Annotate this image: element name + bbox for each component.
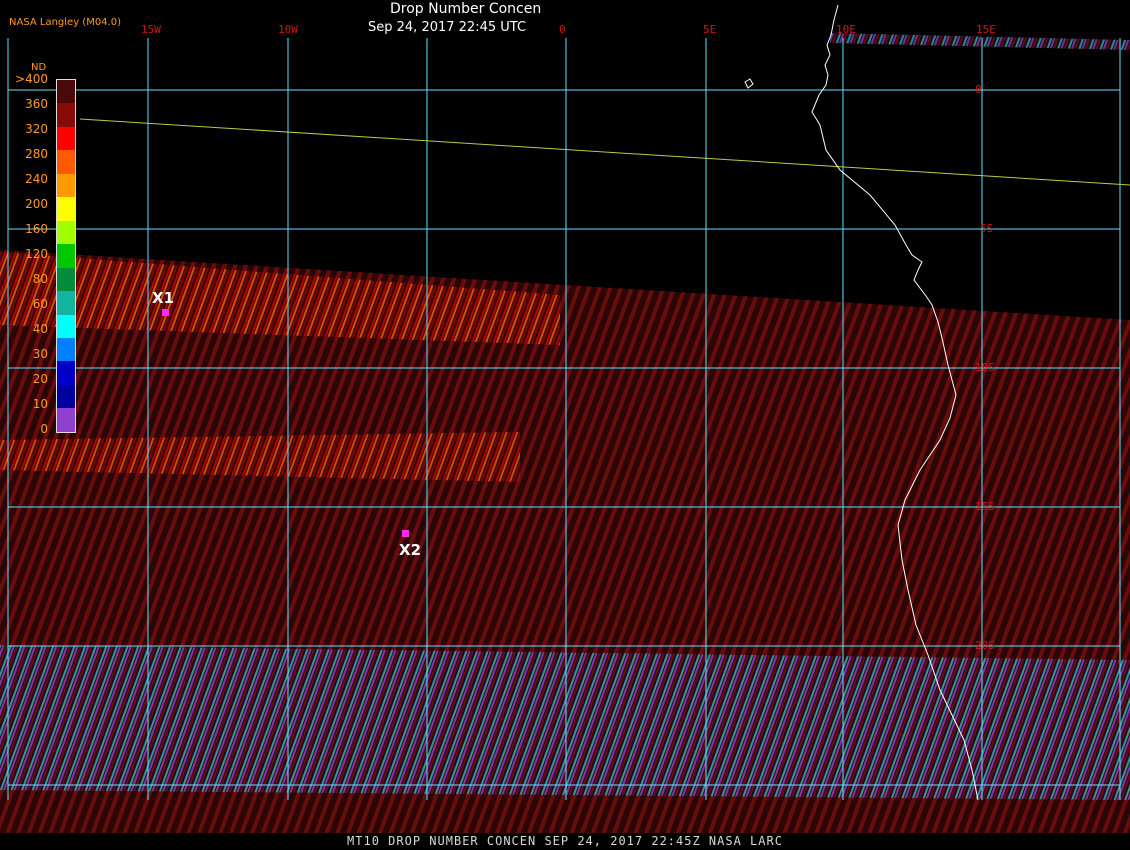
orbit-edge-line [79,118,1130,186]
legend-label: 40 [32,322,48,336]
lat-label-15s: 15S [975,500,995,513]
legend-label: 120 [25,247,48,261]
legend-swatch [57,267,75,292]
legend-swatch [57,173,75,198]
legend-swatch [57,408,75,432]
legend-label: 0 [40,422,48,436]
lon-label-5e: 5E [703,23,717,36]
lat-label-10s: 10S [975,361,995,374]
lon-label-15e: 15E [976,23,996,36]
color-scale-bar [56,79,76,433]
lon-label-10e: 10E [836,23,856,36]
legend-label: 20 [32,372,48,386]
legend-swatch [57,337,75,362]
legend-label: 80 [32,272,48,286]
legend-swatch [57,244,75,268]
legend-swatch [57,80,75,104]
marker-x1-label: X1 [152,289,175,307]
marker-x1-dot[interactable] [162,309,169,316]
lon-label-0: 0 [559,23,566,36]
timestamp: Sep 24, 2017 22:45 UTC [368,20,527,35]
legend-label: 60 [32,297,48,311]
footer-caption: MT10 DROP NUMBER CONCEN SEP 24, 2017 22:… [0,833,1130,850]
lat-label-20s: 20S [975,639,995,652]
brand-label: NASA Langley (M04.0) [9,17,121,28]
legend-swatch [57,197,75,221]
satellite-map-viewer: { "header": { "title": "Drop Number Conc… [0,0,1130,850]
legend-label: 200 [25,197,48,211]
lat-label-0: 0 [975,83,982,96]
legend-swatch [57,126,75,151]
legend-label: 160 [25,222,48,236]
page-title: Drop Number Concen [390,1,542,17]
marker-x2-label: X2 [399,541,422,559]
legend-swatch [57,314,75,338]
legend-swatch [57,150,75,174]
island-outline [744,78,754,89]
lon-label-10w: 10W [278,23,298,36]
lat-label-5s: 5S [980,222,994,235]
legend-label: 360 [25,97,48,111]
legend-label: 320 [25,122,48,136]
marker-x2-dot[interactable] [402,530,409,537]
map-canvas [0,4,1130,850]
legend-swatch [57,220,75,245]
legend-swatch [57,291,75,315]
legend-label: 240 [25,172,48,186]
legend-swatch [57,361,75,385]
legend-swatch [57,384,75,409]
legend-label: >400 [15,72,48,86]
legend-label: 280 [25,147,48,161]
legend-swatch [57,103,75,127]
legend-label: 10 [32,397,48,411]
cloud-swath-lower-band [0,645,1130,800]
legend-label: 30 [32,347,48,361]
lon-label-15w: 15W [141,23,161,36]
